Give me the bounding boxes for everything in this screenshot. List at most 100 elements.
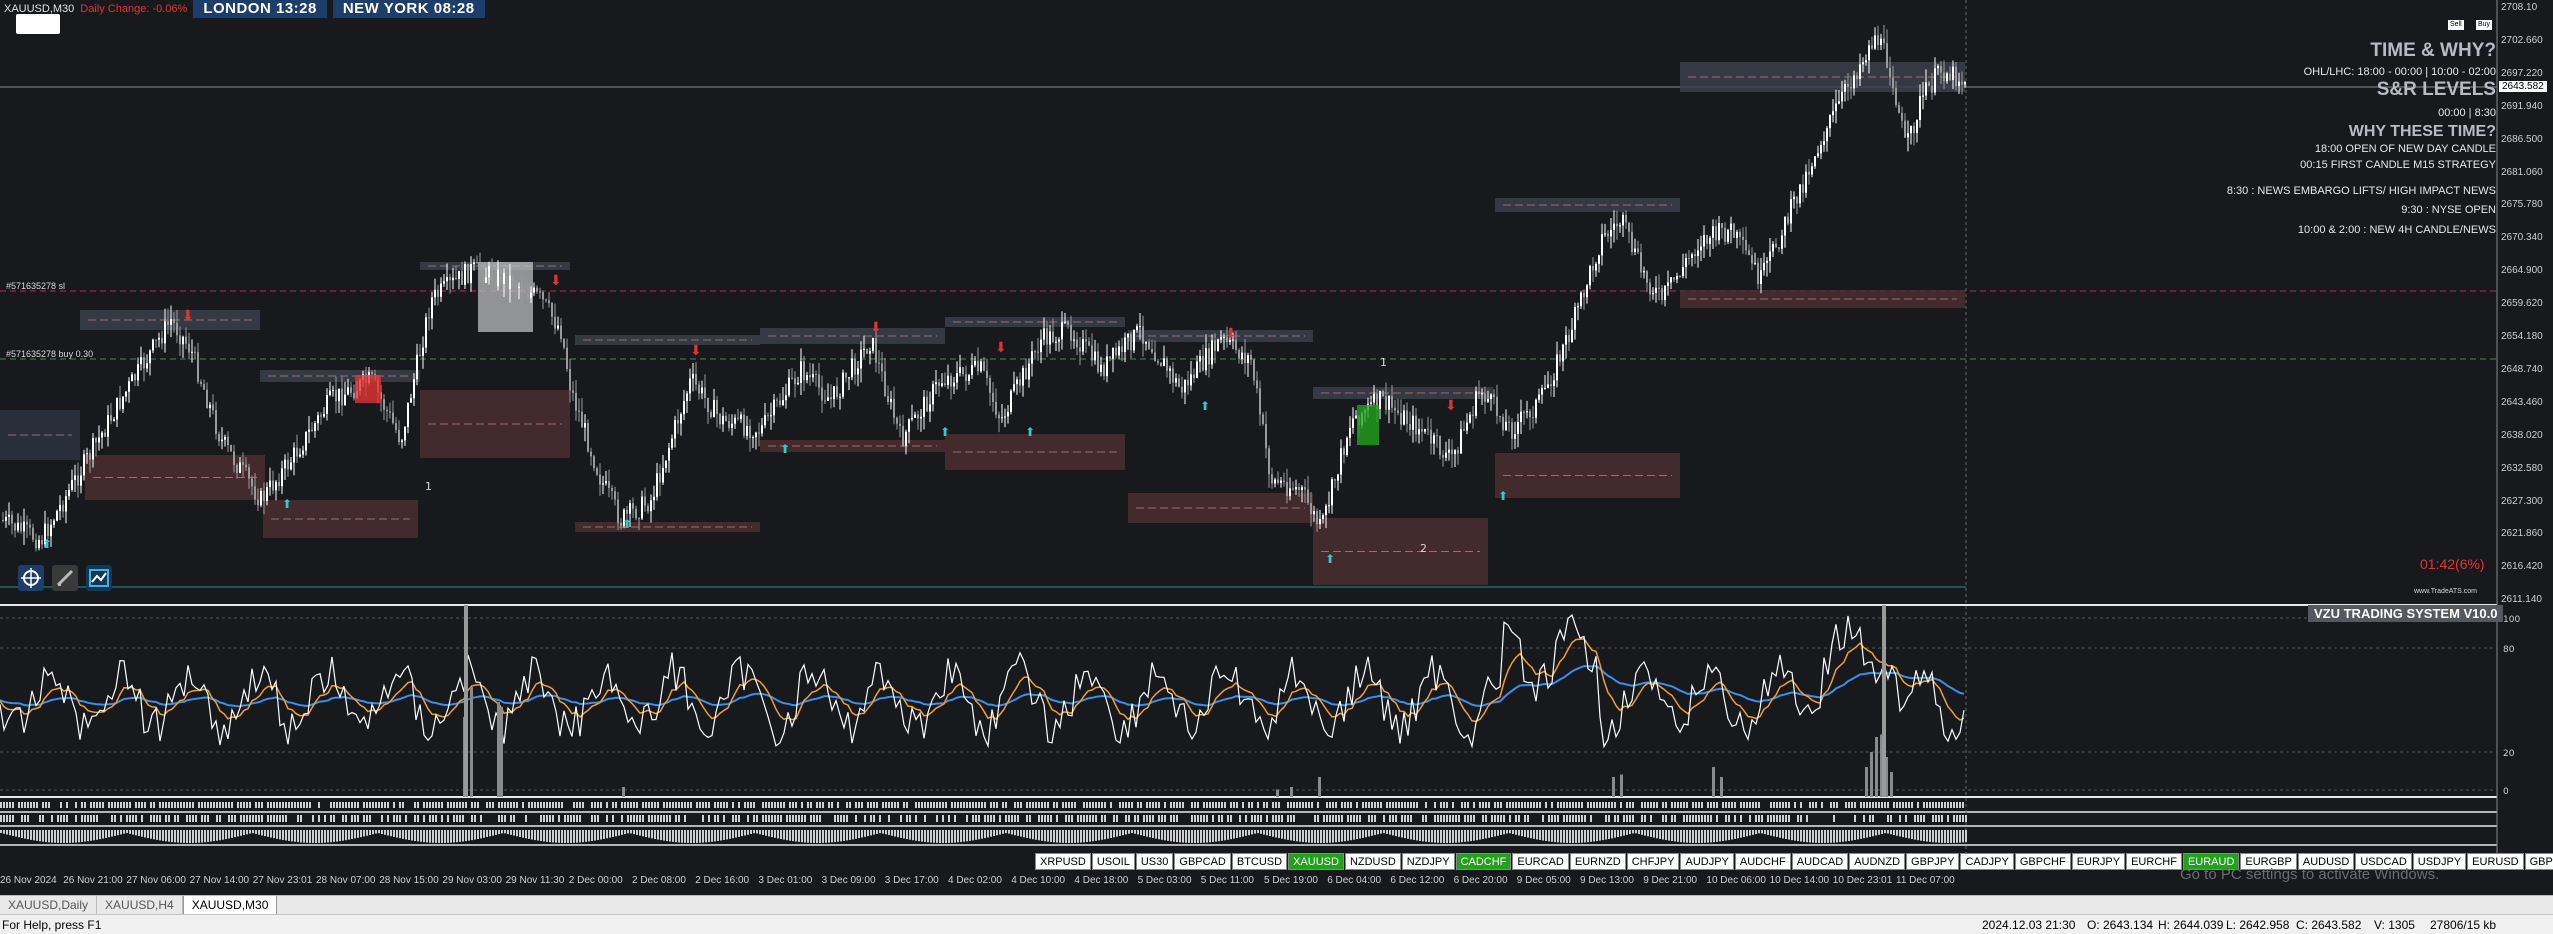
symbol-button-xrpusd[interactable]: XRPUSD xyxy=(1035,853,1091,870)
order-buy-label[interactable]: #571635278 buy 0.30 xyxy=(6,349,93,359)
date-tick: 2 Dec 00:00 xyxy=(568,875,623,886)
strip-tick xyxy=(1287,830,1289,840)
candle-body xyxy=(77,475,79,486)
symbol-button-eurcad[interactable]: EURCAD xyxy=(1512,853,1569,870)
candle-body xyxy=(1778,247,1780,249)
strip-tick xyxy=(1185,830,1187,843)
candle-body xyxy=(1529,411,1531,418)
candle-body xyxy=(260,490,262,506)
chart-tab[interactable]: XAUUSD,Daily xyxy=(0,896,98,915)
strip-tick xyxy=(1446,830,1448,843)
symbol-button-eurnzd[interactable]: EURNZD xyxy=(1569,853,1626,870)
symbol-button-nzdusd[interactable]: NZDUSD xyxy=(1344,853,1401,870)
symbol-button-gbpusd[interactable]: GBPUSD xyxy=(2524,853,2553,870)
strip-tick xyxy=(1659,830,1661,839)
symbol-button-cadchf[interactable]: CADCHF xyxy=(1455,853,1512,870)
symbol-button-xauusd[interactable]: XAUUSD xyxy=(1288,853,1344,870)
symbol-button-chfjpy[interactable]: CHFJPY xyxy=(1626,853,1680,870)
strip-tick xyxy=(753,815,755,822)
symbol-button-cadjpy[interactable]: CADJPY xyxy=(1960,853,2014,870)
chart-tab[interactable]: XAUUSD,M30 xyxy=(182,896,278,915)
symbol-button-usoil[interactable]: USOIL xyxy=(1091,853,1135,870)
strip-tick xyxy=(495,830,497,835)
candle-body xyxy=(71,479,73,490)
candle-body xyxy=(5,516,7,521)
chart-tab[interactable]: XAUUSD,H4 xyxy=(97,896,183,915)
strip-tick xyxy=(591,802,593,808)
strip-tick xyxy=(1251,802,1253,808)
symbol-button-gbpchf[interactable]: GBPCHF xyxy=(2014,853,2071,870)
strip-tick xyxy=(261,830,263,836)
symbol-button-us30[interactable]: US30 xyxy=(1135,853,1174,870)
candle-body xyxy=(434,289,436,298)
candle-body xyxy=(1562,344,1564,362)
sell-mini-button[interactable]: Sell xyxy=(2448,20,2464,30)
symbol-button-eurusd[interactable]: EURUSD xyxy=(2467,853,2524,870)
candle-body xyxy=(1112,347,1114,359)
strip-tick xyxy=(3,802,5,808)
symbol-button-audjpy[interactable]: AUDJPY xyxy=(1680,853,1734,870)
chart-area[interactable]: ⬇ ⬇ ⬇ ⬇ ⬇ ⬇ ⬇ ⬆ ⬆ ⬆ ⬆ ⬆ ⬆ ⬆ ⬆ ⬆ 1 1 2 100 80 20 0 XAUUSD,M30 D… xyxy=(0,0,2553,895)
candle-body xyxy=(1811,166,1813,175)
symbol-button-nzdjpy[interactable]: NZDJPY xyxy=(1401,853,1455,870)
strip-tick xyxy=(243,830,245,836)
order-sl-label[interactable]: #571635278 sl xyxy=(6,281,65,291)
candle-body xyxy=(497,269,499,287)
strip-tick xyxy=(699,802,701,808)
symbol-button-audcad[interactable]: AUDCAD xyxy=(1791,853,1849,870)
strip-tick xyxy=(942,815,944,822)
candle-body xyxy=(1019,379,1021,386)
symbol-button-eurchf[interactable]: EURCHF xyxy=(2126,853,2182,870)
price-scale[interactable]: 2708.10 2702.660 2697.220 2691.940 2686.500 2… xyxy=(2497,0,2553,795)
candle-body xyxy=(197,352,199,382)
strip-tick xyxy=(1281,830,1283,839)
strip-tick xyxy=(549,815,551,822)
strip-tick xyxy=(1446,815,1448,822)
symbol-button-gbpjpy[interactable]: GBPJPY xyxy=(1906,853,1960,870)
strip-tick xyxy=(732,830,734,839)
strip-tick xyxy=(429,830,431,843)
strip-tick xyxy=(1464,815,1466,822)
candle-body xyxy=(242,462,244,465)
strip-tick xyxy=(1368,802,1370,808)
strip-tick xyxy=(936,830,938,843)
candle-body xyxy=(1682,267,1684,277)
strip-tick xyxy=(1521,830,1523,837)
chart-image-icon[interactable] xyxy=(86,565,112,591)
strip-tick xyxy=(1578,830,1580,843)
strip-tick xyxy=(1764,830,1766,835)
strip-tick xyxy=(1416,830,1418,841)
symbol-button-audchf[interactable]: AUDCHF xyxy=(1734,853,1791,870)
strip-tick xyxy=(1356,830,1358,840)
symbol-button-btcusd[interactable]: BTCUSD xyxy=(1231,853,1288,870)
strip-tick xyxy=(1515,815,1517,822)
strip-tick xyxy=(1380,830,1382,834)
candle-body xyxy=(695,373,697,385)
strip-tick xyxy=(1137,802,1139,808)
candle-body xyxy=(1142,326,1144,344)
strip-tick xyxy=(594,830,596,841)
symbol-button-audnzd[interactable]: AUDNZD xyxy=(1849,853,1906,870)
price-chart[interactable]: ⬇⬇⬇⬇⬇⬇⬇⬆⬆⬆⬆⬆ ⬆⬆⬆⬆11210080200 xyxy=(0,0,2553,895)
symbol-button-eurjpy[interactable]: EURJPY xyxy=(2071,853,2126,870)
strip-tick xyxy=(570,815,572,822)
strip-tick xyxy=(1398,830,1400,837)
candle-body xyxy=(515,287,517,289)
strip-tick xyxy=(1959,815,1961,822)
strip-tick xyxy=(12,830,14,836)
strip-tick xyxy=(792,830,794,842)
date-tick: 29 Nov 11:30 xyxy=(505,875,565,886)
strip-tick xyxy=(1758,802,1760,808)
symbol-button-gbpcad[interactable]: GBPCAD xyxy=(1174,853,1231,870)
strip-tick xyxy=(63,830,65,843)
strip-tick xyxy=(159,830,161,841)
pencil-icon[interactable] xyxy=(52,565,78,591)
buy-mini-button[interactable]: Buy xyxy=(2476,20,2493,30)
strip-tick xyxy=(1635,830,1637,834)
crosshair-icon[interactable] xyxy=(18,565,44,591)
strip-tick xyxy=(810,830,812,843)
strip-tick xyxy=(711,830,713,842)
strip-tick xyxy=(60,815,62,822)
candle-body xyxy=(1331,479,1333,506)
strip-tick xyxy=(84,802,86,808)
